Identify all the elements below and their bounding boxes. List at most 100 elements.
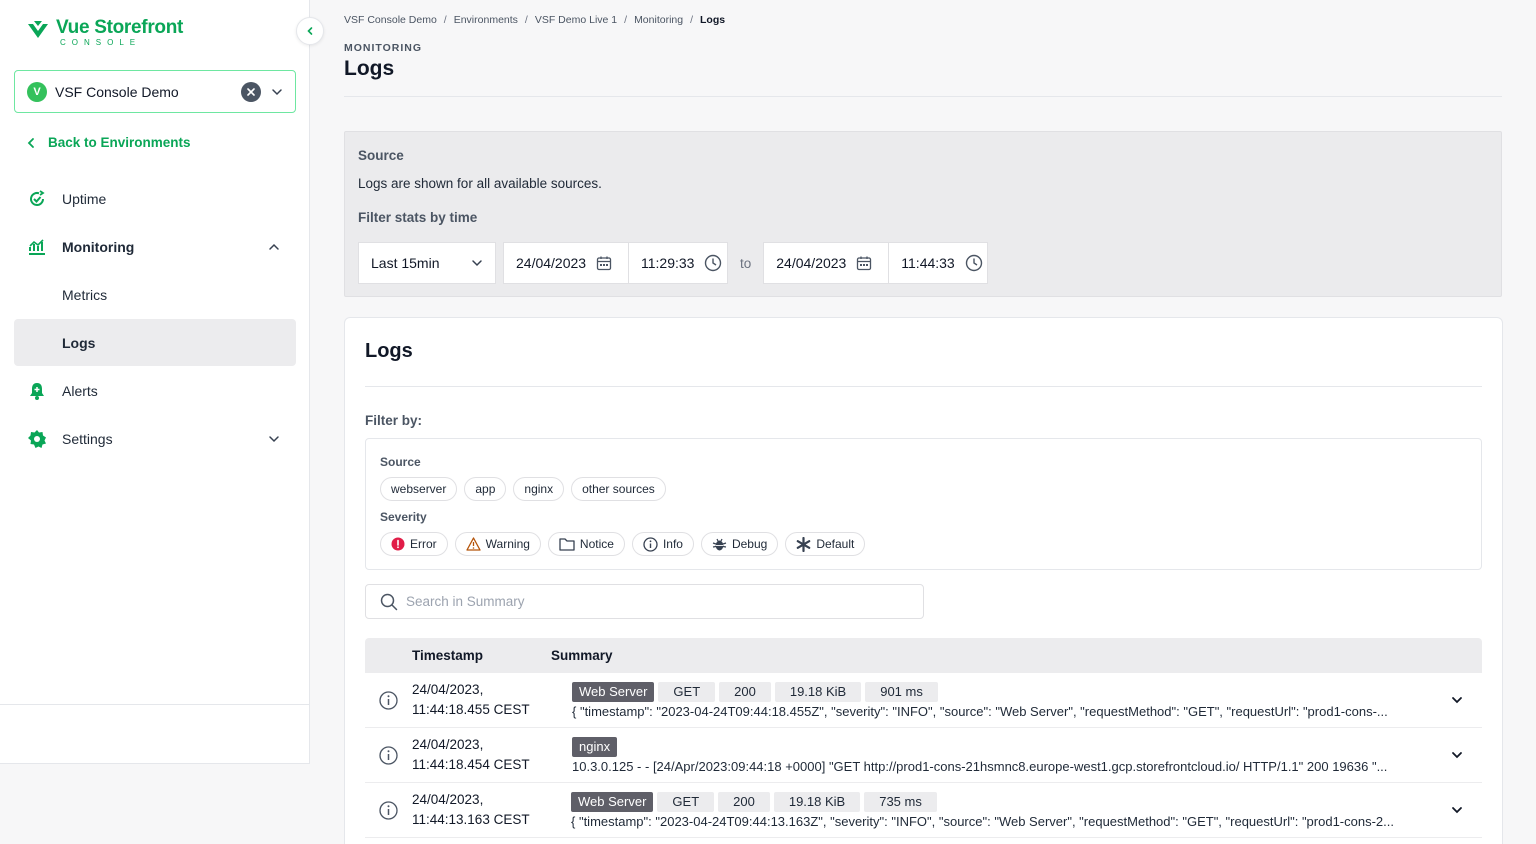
sidebar-item-label: Uptime bbox=[62, 190, 107, 207]
time-range-select[interactable]: Last 15min bbox=[358, 242, 496, 284]
row-time: 11:44:18.454 CEST bbox=[412, 757, 530, 772]
expand-row-button[interactable] bbox=[1432, 748, 1482, 762]
row-summary: Web Server GET 200 19.18 KiB 735 ms { "t… bbox=[571, 791, 1432, 829]
expand-row-button[interactable] bbox=[1432, 803, 1482, 817]
to-time-value: 11:44:33 bbox=[901, 255, 955, 271]
table-row[interactable]: 24/04/2023, 11:44:18.455 CEST Web Server… bbox=[365, 673, 1482, 728]
row-timestamp: 24/04/2023, 11:44:13.163 CEST bbox=[412, 790, 571, 830]
filter-time-heading: Filter stats by time bbox=[358, 210, 478, 225]
sidebar-item-label: Logs bbox=[62, 334, 96, 351]
summary-text: { "timestamp": "2023-04-24T09:44:13.163Z… bbox=[571, 813, 1394, 829]
severity-chip-error[interactable]: Error bbox=[380, 532, 448, 556]
breadcrumb: VSF Console Demo / Environments / VSF Demo… bbox=[344, 14, 726, 26]
severity-chip-warning[interactable]: Warning bbox=[454, 532, 541, 556]
chevron-down-icon[interactable] bbox=[268, 433, 280, 445]
from-time-value: 11:29:33 bbox=[641, 255, 695, 271]
chip-label: Error bbox=[410, 537, 437, 551]
clock-icon bbox=[704, 254, 722, 272]
source-chips: webserver app nginx other sources bbox=[380, 477, 673, 501]
chevron-down-icon bbox=[1452, 807, 1462, 814]
source-heading: Source bbox=[358, 148, 404, 163]
search-box bbox=[365, 584, 924, 619]
summary-text: { "timestamp": "2023-04-24T09:44:18.455Z… bbox=[572, 703, 1388, 719]
severity-chip-notice[interactable]: Notice bbox=[547, 532, 625, 556]
source-chip-webserver[interactable]: webserver bbox=[380, 477, 458, 501]
logo-subtitle: CONSOLE bbox=[60, 38, 142, 47]
severity-chip-default[interactable]: Default bbox=[785, 532, 866, 556]
asterisk-icon bbox=[796, 536, 811, 552]
source-chip-other[interactable]: other sources bbox=[571, 477, 666, 501]
divider bbox=[344, 96, 1502, 97]
info-icon bbox=[365, 800, 412, 820]
uptime-icon bbox=[26, 188, 48, 210]
filter-box: Source webserver app nginx other sources… bbox=[365, 438, 1482, 570]
breadcrumb-item[interactable]: Environments bbox=[454, 14, 518, 26]
from-time-input[interactable]: 11:29:33 bbox=[629, 242, 728, 284]
breadcrumb-current: Logs bbox=[700, 14, 726, 26]
breadcrumb-item[interactable]: VSF Console Demo bbox=[344, 14, 437, 26]
to-date-value: 24/04/2023 bbox=[776, 255, 847, 271]
sidebar: Vue Storefront CONSOLE V VSF Console Dem… bbox=[0, 0, 310, 764]
clock-icon bbox=[965, 254, 983, 272]
column-header-timestamp[interactable]: Timestamp bbox=[365, 648, 551, 663]
severity-chip-info[interactable]: Info bbox=[631, 532, 694, 556]
sidebar-item-settings[interactable]: Settings bbox=[14, 415, 296, 462]
row-timestamp: 24/04/2023, 11:44:18.455 CEST bbox=[412, 680, 571, 720]
search-icon bbox=[380, 593, 398, 610]
sidebar-item-alerts[interactable]: Alerts bbox=[14, 367, 296, 414]
time-range-value: Last 15min bbox=[371, 255, 440, 271]
sidebar-item-label: Monitoring bbox=[62, 238, 135, 255]
logo[interactable]: Vue Storefront CONSOLE bbox=[26, 18, 183, 47]
sidebar-item-label: Alerts bbox=[62, 382, 98, 399]
row-summary: Web Server GET 200 19.18 KiB 901 ms { "t… bbox=[571, 681, 1432, 719]
from-date-value: 24/04/2023 bbox=[516, 255, 587, 271]
warning-icon bbox=[466, 537, 481, 551]
logs-card: Logs Filter by: Source webserver app ngi… bbox=[344, 317, 1503, 844]
page-title: Logs bbox=[344, 57, 395, 80]
breadcrumb-item[interactable]: Monitoring bbox=[634, 14, 683, 26]
page-kicker: MONITORING bbox=[344, 42, 423, 54]
from-date-input[interactable]: 24/04/2023 bbox=[503, 242, 629, 284]
chevron-up-icon[interactable] bbox=[268, 241, 280, 253]
chevron-down-icon[interactable] bbox=[271, 86, 283, 98]
sidebar-item-logs[interactable]: Logs bbox=[14, 319, 296, 366]
chevron-down-icon bbox=[1452, 697, 1462, 704]
sidebar-item-metrics[interactable]: Metrics bbox=[14, 271, 296, 318]
to-label: to bbox=[740, 255, 752, 271]
expand-row-button[interactable] bbox=[1432, 693, 1482, 707]
collapse-sidebar-button[interactable] bbox=[296, 17, 324, 45]
chip-label: Default bbox=[816, 537, 855, 551]
chevron-left-icon bbox=[307, 27, 313, 35]
organization-name: VSF Console Demo bbox=[55, 83, 179, 100]
method-tag: GET bbox=[657, 791, 715, 812]
chip-label: Info bbox=[662, 537, 683, 551]
source-chip-nginx[interactable]: nginx bbox=[513, 477, 565, 501]
bell-icon bbox=[26, 380, 48, 402]
folder-icon bbox=[559, 537, 575, 551]
source-description: Logs are shown for all available sources… bbox=[358, 176, 602, 191]
table-row[interactable]: 24/04/2023, 11:44:13.163 CEST Web Server… bbox=[365, 783, 1482, 838]
to-time-input[interactable]: 11:44:33 bbox=[889, 242, 989, 284]
table-row[interactable]: 24/04/2023, 11:44:18.454 CEST nginx 10.3… bbox=[365, 728, 1482, 783]
vue-storefront-logo-icon bbox=[28, 21, 48, 38]
back-to-environments-link[interactable]: Back to Environments bbox=[26, 135, 191, 150]
row-time: 11:44:13.163 CEST bbox=[412, 812, 530, 827]
breadcrumb-item[interactable]: VSF Demo Live 1 bbox=[535, 14, 617, 26]
search-input[interactable] bbox=[406, 594, 886, 609]
row-timestamp: 24/04/2023, 11:44:18.454 CEST bbox=[412, 735, 571, 775]
severity-chip-debug[interactable]: Debug bbox=[700, 532, 779, 556]
sidebar-item-monitoring[interactable]: Monitoring bbox=[14, 223, 296, 270]
source-chip-app[interactable]: app bbox=[464, 477, 507, 501]
chip-label: Warning bbox=[485, 537, 530, 551]
chevron-left-icon bbox=[27, 137, 34, 148]
to-date-input[interactable]: 24/04/2023 bbox=[763, 242, 890, 284]
status-tag: 200 bbox=[718, 791, 770, 812]
sidebar-item-uptime[interactable]: Uptime bbox=[14, 175, 296, 222]
filter-by-label: Filter by: bbox=[365, 413, 423, 428]
size-tag: 19.18 KiB bbox=[773, 791, 861, 812]
organization-select[interactable]: V VSF Console Demo bbox=[14, 70, 296, 113]
clear-icon[interactable] bbox=[241, 81, 261, 102]
sidebar-divider bbox=[0, 704, 310, 705]
divider bbox=[365, 386, 1482, 387]
gear-icon bbox=[26, 428, 48, 450]
